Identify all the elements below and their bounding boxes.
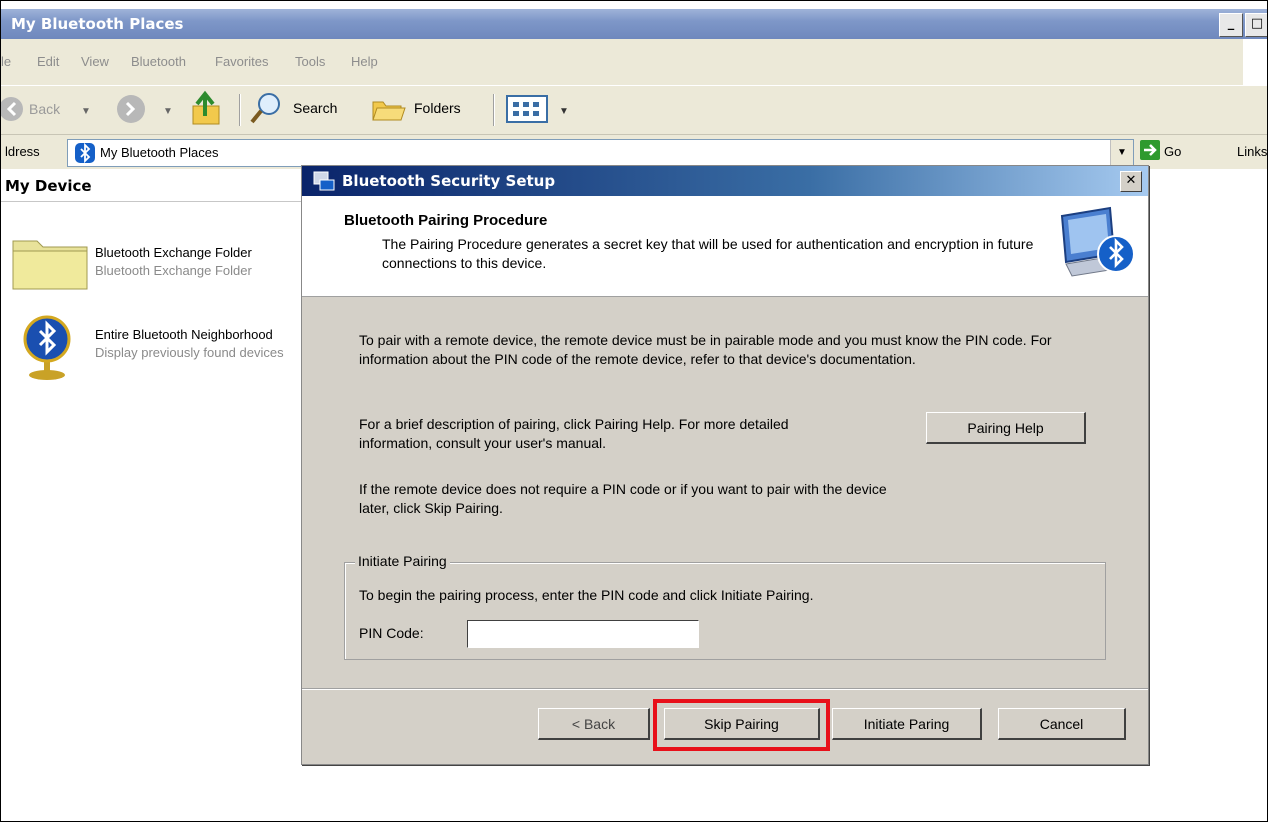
back-arrow-icon: Back ▼ xyxy=(1,97,91,121)
back-label: Back xyxy=(29,101,61,117)
back-button[interactable]: < Back xyxy=(538,708,650,740)
item-description: Display previously found devices xyxy=(95,345,284,360)
minimize-button[interactable]: _ xyxy=(1219,13,1243,37)
help-paragraph: For a brief description of pairing, clic… xyxy=(359,416,789,451)
menu-file[interactable]: le xyxy=(1,54,11,69)
forward-button[interactable]: ▼ xyxy=(111,92,181,129)
search-label[interactable]: Search xyxy=(293,100,337,116)
dialog-header: Bluetooth Pairing Procedure The Pairing … xyxy=(302,196,1148,297)
group-instruction: To begin the pairing process, enter the … xyxy=(359,587,814,603)
forward-arrow-icon: ▼ xyxy=(117,95,173,123)
explorer-title: My Bluetooth Places xyxy=(11,15,184,33)
skip-pairing-highlight xyxy=(653,699,830,751)
go-label: Go xyxy=(1164,144,1182,159)
menu-bar: le Edit View Bluetooth Favorites Tools H… xyxy=(1,39,1267,85)
address-dropdown-button[interactable]: ▼ xyxy=(1110,140,1133,166)
up-folder-button[interactable] xyxy=(189,90,229,131)
address-input[interactable]: My Bluetooth Places ▼ xyxy=(67,139,1134,167)
views-button[interactable]: ▼ xyxy=(505,94,575,127)
item-description: Bluetooth Exchange Folder xyxy=(95,263,252,278)
pin-code-label: PIN Code: xyxy=(359,625,424,641)
initiate-pairing-group: Initiate Pairing To begin the pairing pr… xyxy=(344,553,1106,660)
pairing-help-button[interactable]: Pairing Help xyxy=(926,412,1086,444)
toolbar: Back ▼ ▼ Search Folders ▼ xyxy=(1,85,1267,134)
security-setup-icon xyxy=(313,171,335,191)
cancel-button[interactable]: Cancel xyxy=(998,708,1126,740)
menu-view[interactable]: View xyxy=(81,54,109,69)
windows-logo-area xyxy=(1243,39,1267,85)
list-item-bluetooth-neighborhood[interactable]: Entire Bluetooth Neighborhood Display pr… xyxy=(11,313,301,383)
bluetooth-computer-icon xyxy=(1060,206,1135,277)
menu-favorites[interactable]: Favorites xyxy=(215,54,268,69)
search-icon xyxy=(250,93,280,124)
menu-help[interactable]: Help xyxy=(351,54,378,69)
bluetooth-globe-icon xyxy=(23,315,71,380)
folders-icon xyxy=(372,101,406,121)
svg-text:▼: ▼ xyxy=(81,106,91,117)
toolbar-separator xyxy=(239,94,241,126)
go-arrow-icon xyxy=(1140,140,1160,160)
maximize-button[interactable]: □ xyxy=(1245,13,1267,37)
folders-button[interactable] xyxy=(369,92,409,127)
up-folder-icon xyxy=(192,90,220,125)
item-name: Bluetooth Exchange Folder xyxy=(95,245,252,260)
folders-label[interactable]: Folders xyxy=(414,100,461,116)
initiate-pairing-button[interactable]: Initiate Paring xyxy=(832,708,982,740)
item-name: Entire Bluetooth Neighborhood xyxy=(95,327,273,342)
button-divider xyxy=(302,688,1148,690)
header-title: Bluetooth Pairing Procedure xyxy=(344,212,548,229)
address-value: My Bluetooth Places xyxy=(100,145,219,160)
dialog-title: Bluetooth Security Setup xyxy=(342,172,556,190)
back-button[interactable]: Back ▼ xyxy=(1,92,96,129)
folder-icon xyxy=(12,240,88,290)
screen: My Bluetooth Places _ □ le Edit View Blu… xyxy=(0,0,1268,822)
toolbar-separator xyxy=(493,94,495,126)
skip-paragraph: If the remote device does not require a … xyxy=(359,481,887,516)
group-label: Initiate Pairing xyxy=(355,553,450,569)
address-bar: ldress My Bluetooth Places ▼ Go Links xyxy=(1,134,1267,169)
bluetooth-icon xyxy=(75,142,95,164)
address-label: ldress xyxy=(5,144,40,159)
pane-divider xyxy=(1,201,301,202)
search-button[interactable] xyxy=(249,90,285,129)
views-icon: ▼ xyxy=(506,95,569,123)
explorer-titlebar[interactable]: My Bluetooth Places _ □ xyxy=(1,9,1267,39)
menu-tools[interactable]: Tools xyxy=(295,54,325,69)
menu-edit[interactable]: Edit xyxy=(37,54,59,69)
menu-bluetooth[interactable]: Bluetooth xyxy=(131,54,186,69)
svg-text:▼: ▼ xyxy=(163,106,173,117)
instruction-paragraph: To pair with a remote device, the remote… xyxy=(359,332,1052,367)
pin-code-input[interactable] xyxy=(467,620,699,648)
dialog-titlebar[interactable]: Bluetooth Security Setup ✕ xyxy=(302,166,1148,196)
svg-text:▼: ▼ xyxy=(559,106,569,117)
bluetooth-security-dialog: Bluetooth Security Setup ✕ Bluetooth Pai… xyxy=(301,165,1149,765)
pane-title: My Device xyxy=(5,177,92,195)
links-button[interactable]: Links xyxy=(1237,144,1267,159)
dialog-close-button[interactable]: ✕ xyxy=(1120,171,1142,192)
go-button[interactable]: Go xyxy=(1140,140,1181,163)
header-subtitle: The Pairing Procedure generates a secret… xyxy=(382,236,1034,271)
list-item-exchange-folder[interactable]: Bluetooth Exchange Folder Bluetooth Exch… xyxy=(11,231,301,301)
